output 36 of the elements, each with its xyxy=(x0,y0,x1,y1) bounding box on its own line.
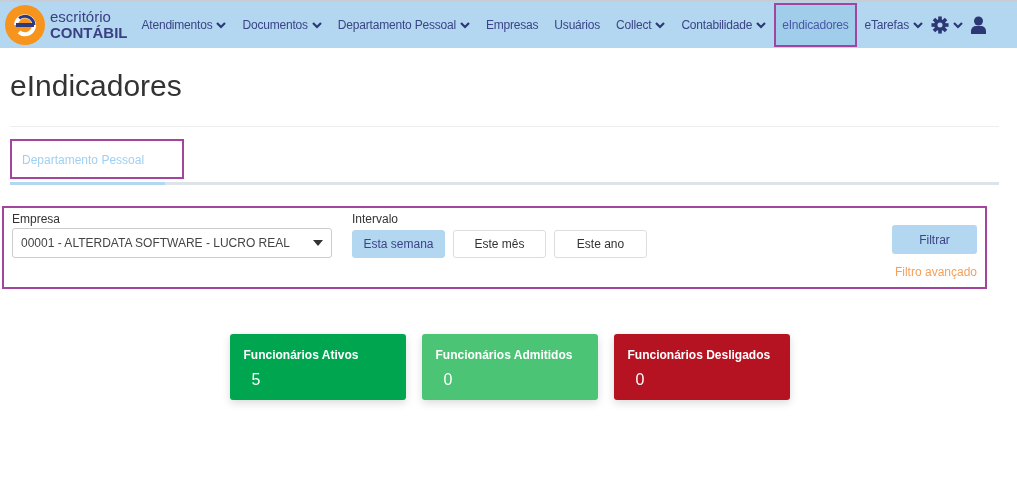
nav-link[interactable]: Empresas xyxy=(477,3,547,47)
nav-link[interactable]: eTarefas xyxy=(856,3,931,47)
caret-icon xyxy=(912,21,923,29)
nav-link[interactable]: Atendimentos xyxy=(133,3,235,47)
dropdown-arrow-icon xyxy=(313,240,323,246)
caret-icon xyxy=(311,21,322,29)
logo-icon xyxy=(4,4,46,46)
page-title: eIndicadores xyxy=(10,68,183,104)
stat-value: 0 xyxy=(443,370,454,390)
caret-icon xyxy=(952,21,963,29)
company-select[interactable]: 00001 - ALTERDATA SOFTWARE - LUCRO REAL xyxy=(12,228,332,258)
field-label: Intervalo xyxy=(352,211,400,228)
user-icon[interactable] xyxy=(970,16,986,34)
nav-link[interactable]: Departamento Pessoal xyxy=(329,3,478,47)
caret-icon xyxy=(216,21,227,29)
interval-button[interactable]: Esta semana xyxy=(352,230,445,258)
brand-name: CONTÁBIL xyxy=(50,25,128,41)
nav-link[interactable]: Documentos xyxy=(234,3,330,47)
nav-link[interactable]: Collect xyxy=(608,3,674,47)
interval-button[interactable]: Este ano xyxy=(554,230,647,258)
stat-title: Funcionários Admitidos xyxy=(435,347,574,364)
caret-icon xyxy=(655,21,666,29)
settings-icon[interactable] xyxy=(930,16,949,34)
field-label: Empresa xyxy=(12,211,62,228)
stat-value: 5 xyxy=(251,370,262,390)
caret-icon xyxy=(756,21,767,29)
stat-title: Funcionários Ativos xyxy=(243,347,360,364)
filter-button[interactable]: Filtrar xyxy=(892,225,977,254)
stat-value: 0 xyxy=(635,370,646,390)
interval-button[interactable]: Este mês xyxy=(453,230,546,258)
nav-link[interactable]: eIndicadores xyxy=(774,3,857,47)
nav-link[interactable]: Contabilidade xyxy=(673,3,775,47)
caret-icon xyxy=(459,21,470,29)
stat-title: Funcionários Desligados xyxy=(627,347,772,364)
nav-link[interactable]: Usuários xyxy=(546,3,609,47)
brand-name: escritório xyxy=(50,9,111,25)
